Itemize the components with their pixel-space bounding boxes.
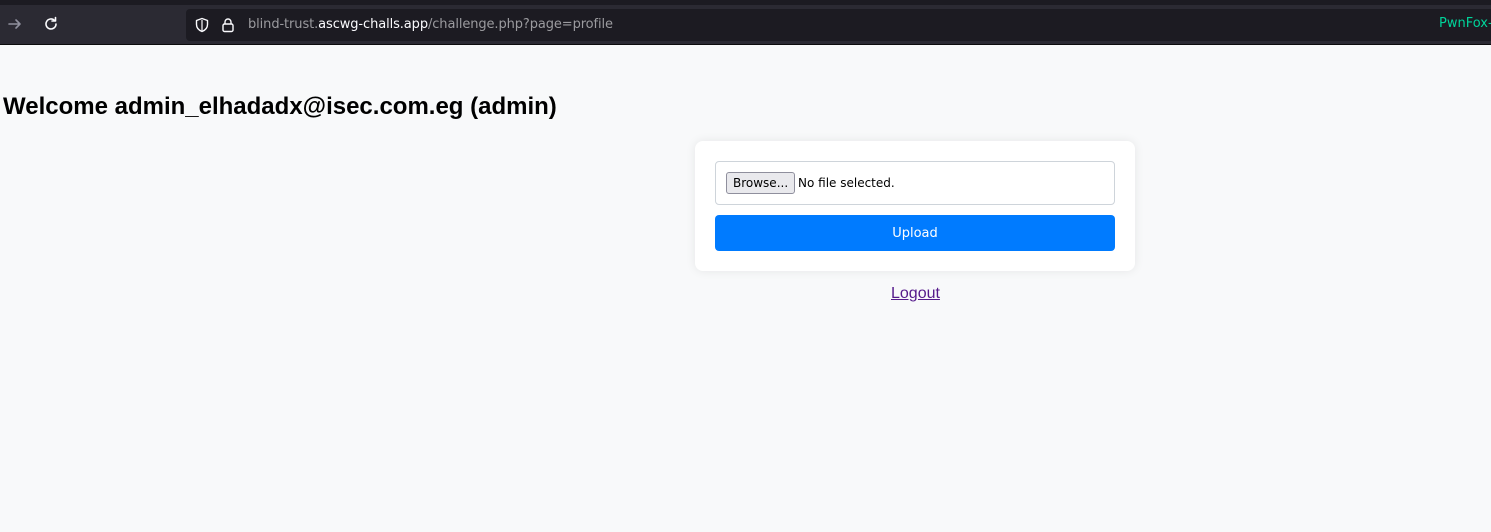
browse-button[interactable]: Browse... <box>726 172 796 194</box>
welcome-heading: Welcome admin_elhadadx@isec.com.eg (admi… <box>3 93 557 120</box>
lock-icon[interactable] <box>220 17 236 33</box>
url-prefix: blind-trust. <box>248 17 319 32</box>
reload-button[interactable] <box>36 9 66 39</box>
browser-toolbar: blind-trust.ascwg-challs.app/challenge.p… <box>0 0 1491 45</box>
logout-link[interactable]: Logout <box>891 285 940 303</box>
url-host: ascwg-challs.app <box>318 17 428 32</box>
reload-icon <box>45 16 57 30</box>
url-path: /challenge.php?page=profile <box>427 17 613 32</box>
address-bar[interactable]: blind-trust.ascwg-challs.app/challenge.p… <box>186 9 1491 41</box>
url-text[interactable]: blind-trust.ascwg-challs.app/challenge.p… <box>248 17 613 32</box>
file-input[interactable]: Browse... No file selected. <box>715 161 1115 205</box>
pwnfox-extension-label[interactable]: PwnFox- <box>1439 16 1491 31</box>
upload-button[interactable]: Upload <box>715 215 1115 251</box>
shield-icon[interactable] <box>194 17 210 33</box>
file-status-text: No file selected. <box>798 176 895 190</box>
forward-button[interactable] <box>0 9 30 39</box>
upload-card: Browse... No file selected. Upload <box>695 141 1135 271</box>
arrow-right-icon <box>8 19 21 29</box>
